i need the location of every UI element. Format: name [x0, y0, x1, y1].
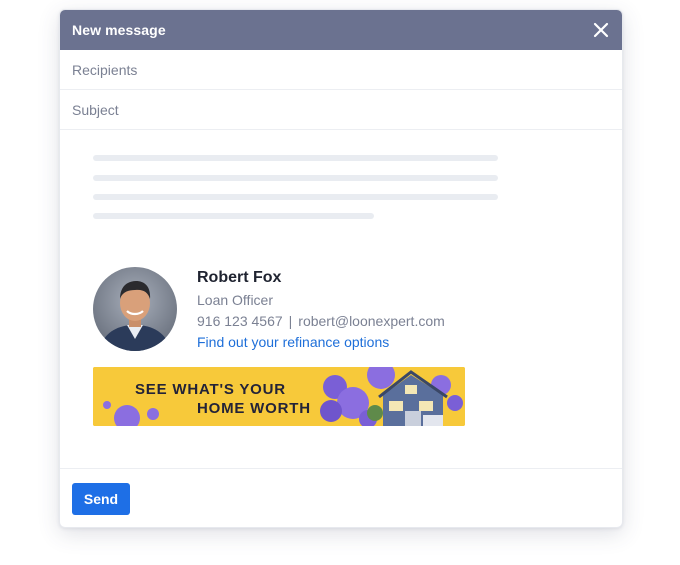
- body-text-placeholder: [93, 175, 498, 181]
- body-text-placeholder: [93, 155, 498, 161]
- banner-line-1: SEE WHAT'S YOUR: [135, 381, 286, 398]
- signature-email: robert@loonexpert.com: [298, 313, 445, 329]
- signature-phone: 916 123 4567: [197, 313, 283, 329]
- compose-footer: Send: [60, 469, 622, 527]
- compose-titlebar: New message: [60, 10, 622, 50]
- recipients-placeholder: Recipients: [72, 61, 138, 78]
- body-text-placeholder: [93, 213, 374, 219]
- avatar: [93, 267, 177, 351]
- signature-job-title: Loan Officer: [197, 292, 274, 308]
- window-title: New message: [72, 22, 166, 38]
- body-text-placeholder: [93, 194, 498, 200]
- compose-window: New message Recipients Subject Robert Fo…: [59, 9, 623, 528]
- message-body[interactable]: Robert Fox Loan Officer 916 123 4567 | rob…: [60, 130, 622, 469]
- banner-headline: SEE WHAT'S YOUR HOME WORTH: [135, 380, 311, 418]
- signature-name: Robert Fox: [197, 269, 282, 286]
- refinance-link[interactable]: Find out your refinance options: [197, 334, 389, 350]
- send-button[interactable]: Send: [72, 483, 130, 515]
- signature-contact: 916 123 4567 | robert@loonexpert.com: [197, 313, 445, 329]
- subject-placeholder: Subject: [72, 101, 119, 118]
- home-worth-banner[interactable]: SEE WHAT'S YOUR HOME WORTH: [93, 367, 465, 426]
- subject-field[interactable]: Subject: [60, 90, 622, 130]
- contact-separator: |: [288, 313, 293, 329]
- close-icon[interactable]: [592, 21, 610, 39]
- banner-line-2: HOME WORTH: [197, 400, 311, 417]
- recipients-field[interactable]: Recipients: [60, 50, 622, 90]
